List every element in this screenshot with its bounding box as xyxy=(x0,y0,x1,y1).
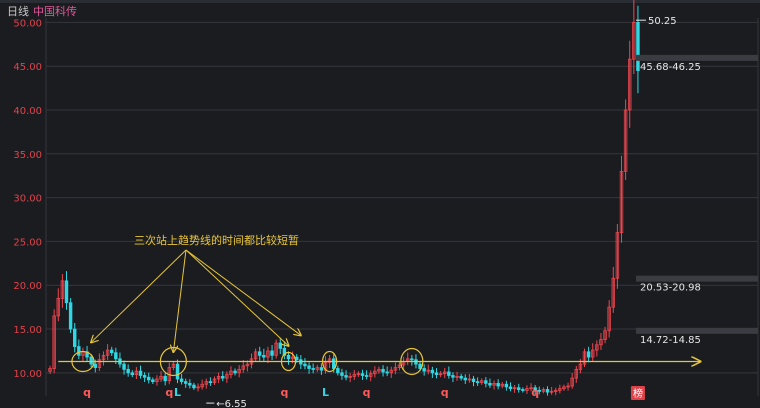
candle-body xyxy=(344,375,348,378)
candle-body xyxy=(126,368,130,374)
candle-body xyxy=(233,370,237,374)
annotations: 三次站上趋势线的时间都比较短暂 xyxy=(58,233,700,377)
candle-body xyxy=(340,372,344,376)
bottom-marker: q xyxy=(441,386,449,399)
candle-body xyxy=(496,382,500,387)
y-tick-label: 25.00 xyxy=(13,237,42,248)
candle-body xyxy=(319,367,324,371)
annotation-arrow xyxy=(91,249,187,342)
candle-body xyxy=(188,382,192,386)
annotation-arrow xyxy=(185,249,301,335)
candle-body xyxy=(430,369,435,374)
candle-body xyxy=(332,358,336,369)
candle-body xyxy=(175,363,180,380)
candle-body xyxy=(410,358,414,361)
candle-body xyxy=(451,375,455,378)
candle-body xyxy=(475,381,480,384)
price-labels: 50.25 45.68-46.25 20.53-20.98 14.72-14.85 ←6… xyxy=(206,16,758,408)
candle-body xyxy=(192,384,196,389)
candle-body xyxy=(64,280,69,304)
candle-body xyxy=(521,389,525,391)
candle-body xyxy=(142,375,147,378)
price-band xyxy=(636,54,758,61)
price-label: 50.25 xyxy=(648,16,677,27)
candle-body xyxy=(488,382,492,386)
candle-body xyxy=(381,368,385,373)
bottom-marker: q xyxy=(83,386,91,399)
candle-body xyxy=(471,378,476,383)
candle-body xyxy=(114,352,118,360)
candle-body xyxy=(258,351,262,356)
candle-body xyxy=(138,370,143,376)
candle-body xyxy=(208,381,213,384)
price-label: 45.68-46.25 xyxy=(640,62,701,73)
annotation-arrow xyxy=(185,249,289,346)
bottom-marker: q xyxy=(280,386,288,399)
candle-body xyxy=(77,346,81,356)
candle-body xyxy=(163,375,167,382)
candle-body xyxy=(147,376,151,381)
y-tick-label: 20.00 xyxy=(13,281,42,292)
y-axis: 10.00 15.00 20.00 25.00 30.00 35.00 40.00 45.00… xyxy=(13,18,42,379)
bottom-marker: L xyxy=(174,386,181,399)
price-label: 20.53-20.98 xyxy=(640,283,701,294)
candle-body xyxy=(336,368,340,374)
y-tick-label: 45.00 xyxy=(13,62,42,73)
candle-body xyxy=(517,387,521,390)
candle-body xyxy=(221,375,225,379)
bottom-marker: q xyxy=(531,386,539,399)
annotation-text: 三次站上趋势线的时间都比较短暂 xyxy=(134,233,299,247)
bottom-markers: qqLqLqqq榜 xyxy=(83,386,645,400)
candle-body xyxy=(636,21,640,71)
bottom-marker: L xyxy=(322,386,329,399)
y-tick-label: 50.00 xyxy=(13,18,42,29)
candle-body xyxy=(110,349,114,354)
candlestick-chart[interactable]: 10.00 15.00 20.00 25.00 30.00 35.00 40.00 45.00… xyxy=(0,0,760,408)
candle-body xyxy=(311,368,315,370)
candle-body xyxy=(262,354,266,358)
y-tick-label: 15.00 xyxy=(13,325,42,336)
candle-body xyxy=(151,379,155,383)
price-label: 14.72-14.85 xyxy=(640,335,701,346)
candle-body xyxy=(303,363,307,367)
candle-body xyxy=(270,350,274,356)
candle-body xyxy=(459,375,463,379)
rank-badge-label: 榜 xyxy=(633,387,643,400)
candle-body xyxy=(422,368,426,372)
candle-body xyxy=(73,328,77,347)
candle-body xyxy=(508,386,513,390)
price-band xyxy=(636,327,758,334)
candle-body xyxy=(68,302,73,330)
candle-body xyxy=(504,383,509,388)
y-tick-label: 35.00 xyxy=(13,150,42,161)
bottom-marker: q xyxy=(363,386,371,399)
candle-body xyxy=(307,365,311,369)
candle-body xyxy=(484,380,488,384)
candle-body xyxy=(360,373,365,376)
candle-body xyxy=(463,377,467,381)
annotation-arrow xyxy=(173,249,187,352)
candle-body xyxy=(130,372,134,376)
candle-body xyxy=(278,342,282,349)
y-tick-label: 10.00 xyxy=(13,369,42,380)
bottom-marker: q xyxy=(165,386,173,399)
candle-body xyxy=(364,375,369,377)
candle-body xyxy=(89,356,93,365)
candle-body xyxy=(122,363,126,370)
candle-body xyxy=(184,381,188,384)
candle-body xyxy=(179,378,184,383)
candle-body xyxy=(385,371,389,374)
candle-body xyxy=(434,372,439,376)
candle-body xyxy=(447,371,451,376)
candle-body xyxy=(93,363,97,369)
y-tick-label: 40.00 xyxy=(13,106,42,117)
candle-body xyxy=(586,351,591,358)
candle-body xyxy=(545,389,550,393)
candle-body xyxy=(286,354,291,360)
low-price-label: ←6.55 xyxy=(216,399,247,408)
price-band xyxy=(636,275,758,282)
y-tick-label: 30.00 xyxy=(13,194,42,205)
